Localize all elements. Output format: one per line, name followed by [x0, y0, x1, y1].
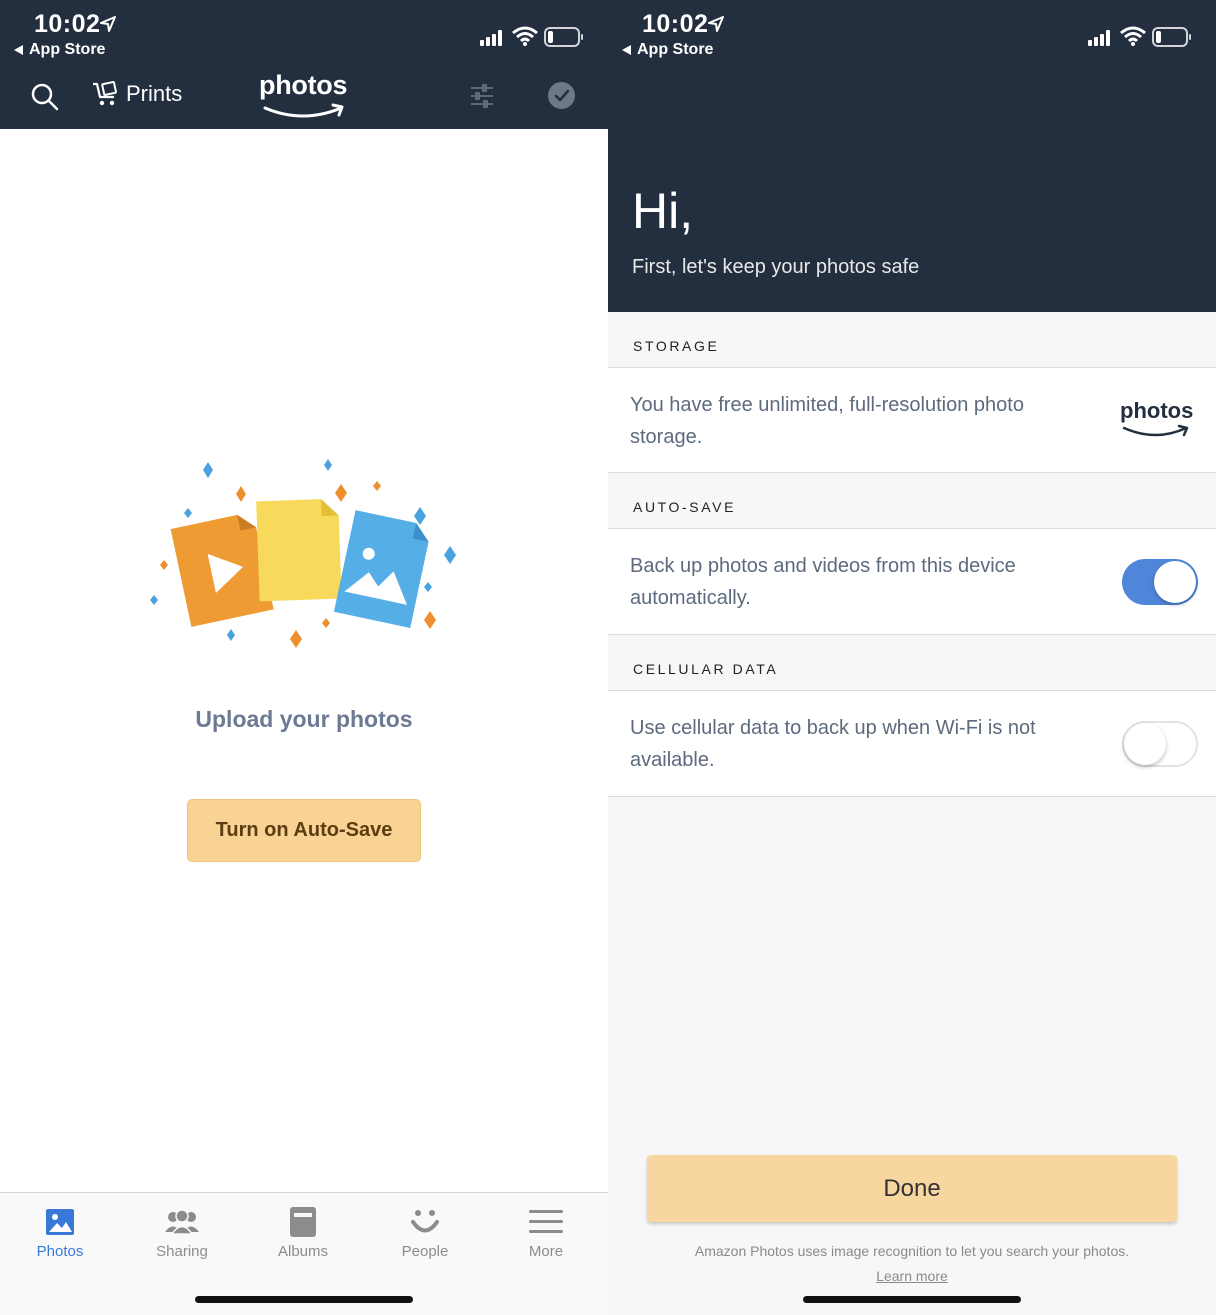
tab-photos[interactable]: Photos — [0, 1205, 120, 1260]
toggle-knob — [1124, 723, 1166, 765]
amazon-smile-icon — [263, 103, 344, 118]
photos-home-screen: 10:02 App Store Prints photos Upload you… — [0, 0, 608, 1315]
image-recognition-note: Amazon Photos uses image recognition to … — [694, 1243, 1130, 1259]
cellular-data-toggle[interactable] — [1122, 721, 1198, 767]
document-file-icon — [256, 499, 342, 602]
location-arrow-icon — [708, 16, 724, 32]
cart-icon — [93, 81, 117, 106]
amazon-photos-logo: photos — [259, 70, 348, 100]
learn-more-link[interactable]: Learn more — [608, 1268, 1216, 1284]
filter-sliders-icon[interactable] — [470, 82, 494, 110]
greeting-subtitle: First, let's keep your photos safe — [632, 256, 920, 278]
people-group-icon — [165, 1209, 199, 1235]
section-label-storage: STORAGE — [608, 318, 1216, 374]
back-triangle-icon — [14, 45, 23, 55]
prints-button[interactable]: Prints — [92, 80, 182, 108]
status-bar: 10:02 App Store — [608, 0, 1216, 68]
select-check-icon[interactable] — [548, 82, 575, 109]
auto-save-description: Back up photos and videos from this devi… — [630, 555, 1016, 609]
location-arrow-icon — [100, 16, 116, 32]
upload-photos-illustration — [150, 459, 456, 648]
done-button[interactable]: Done — [647, 1155, 1177, 1222]
image-file-icon — [333, 510, 429, 629]
prints-label: Prints — [126, 81, 183, 106]
home-indicator[interactable] — [195, 1296, 413, 1303]
back-app-label: App Store — [637, 41, 714, 58]
smiley-face-icon — [411, 1210, 439, 1233]
cellular-data-row: Use cellular data to back up when Wi-Fi … — [608, 690, 1216, 797]
tab-sharing[interactable]: Sharing — [122, 1205, 242, 1260]
hamburger-menu-icon — [529, 1210, 563, 1233]
tab-sharing-label: Sharing — [156, 1243, 208, 1260]
amazon-smile-icon — [1122, 424, 1189, 437]
section-label-cellular-data: CELLULAR DATA — [608, 641, 1216, 697]
storage-description: You have free unlimited, full-resolution… — [630, 394, 1024, 448]
section-label-auto-save: AUTO-SAVE — [608, 479, 1216, 535]
back-triangle-icon — [622, 45, 631, 55]
tab-albums[interactable]: Albums — [243, 1205, 363, 1260]
home-indicator[interactable] — [803, 1296, 1021, 1303]
back-to-app-store[interactable]: App Store — [14, 41, 105, 59]
amazon-photos-mini-logo: photos — [1120, 398, 1194, 423]
tab-photos-label: Photos — [36, 1243, 84, 1260]
onboarding-settings-screen: 10:02 App Store Hi, First, let's keep yo… — [608, 0, 1216, 1315]
photo-icon — [46, 1209, 74, 1235]
turn-on-auto-save-button[interactable]: Turn on Auto-Save — [187, 799, 421, 862]
tab-people[interactable]: People — [365, 1205, 485, 1260]
toggle-knob — [1154, 561, 1196, 603]
wifi-icon — [512, 26, 538, 46]
top-header: 10:02 App Store Prints photos — [0, 0, 608, 129]
tab-more-label: More — [528, 1243, 564, 1260]
cellular-data-description: Use cellular data to back up when Wi-Fi … — [630, 717, 1036, 771]
auto-save-toggle[interactable] — [1122, 559, 1198, 605]
cellular-signal-icon — [480, 30, 502, 46]
battery-icon — [1152, 27, 1191, 47]
cellular-signal-icon — [1088, 30, 1110, 46]
welcome-header: 10:02 App Store Hi, First, let's keep yo… — [608, 0, 1216, 312]
status-bar: 10:02 App Store — [0, 0, 608, 68]
tab-more[interactable]: More — [486, 1205, 606, 1260]
nav-row: Prints photos — [0, 68, 608, 129]
empty-state-title: Upload your photos — [195, 706, 413, 732]
back-to-app-store[interactable]: App Store — [622, 41, 713, 59]
storage-row: You have free unlimited, full-resolution… — [608, 367, 1216, 473]
status-time: 10:02 — [34, 10, 101, 38]
battery-icon — [544, 27, 583, 47]
tab-albums-label: Albums — [277, 1243, 329, 1260]
back-app-label: App Store — [29, 41, 106, 58]
wifi-icon — [1120, 26, 1146, 46]
album-icon — [290, 1207, 316, 1237]
status-time: 10:02 — [642, 10, 709, 38]
tab-people-label: People — [401, 1243, 449, 1260]
greeting-heading: Hi, — [632, 183, 694, 239]
search-icon[interactable] — [30, 82, 60, 112]
auto-save-row: Back up photos and videos from this devi… — [608, 528, 1216, 635]
